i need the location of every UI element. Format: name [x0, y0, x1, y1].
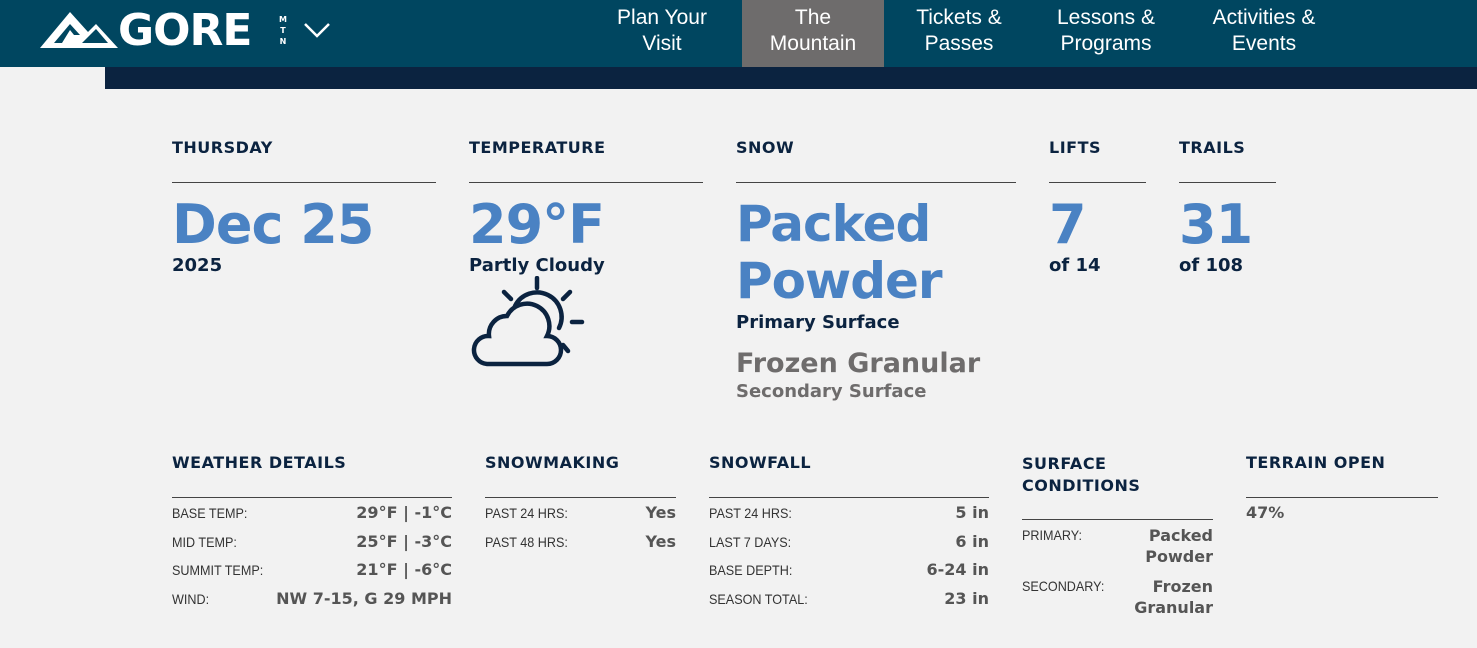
divider — [172, 182, 436, 183]
chevron-down-icon[interactable] — [303, 22, 331, 42]
snowfall-row: SEASON TOTAL: 23 in — [709, 589, 989, 608]
nav-lessons-programs[interactable]: Lessons & Programs — [1045, 0, 1167, 67]
divider — [736, 182, 1016, 183]
snowfall-heading: SNOWFALL — [709, 453, 812, 472]
terrain-open-row: 47% — [1246, 503, 1438, 523]
temperature-value: 29°F — [469, 193, 605, 256]
lifts-open-value: 7 — [1049, 193, 1087, 256]
primary-surface-row-label: PRIMARY: — [1022, 527, 1082, 543]
day-heading: THURSDAY — [172, 138, 273, 157]
terrain-open-value: 47% — [1246, 503, 1285, 522]
trails-heading: TRAILS — [1179, 138, 1246, 157]
secondary-surface-label: Secondary Surface — [736, 381, 927, 402]
secondary-surface-row-label: SECONDARY: — [1022, 578, 1105, 594]
nav-the-mountain[interactable]: The Mountain — [742, 0, 884, 67]
nav-plan-your-visit[interactable]: Plan Your Visit — [603, 0, 721, 67]
snowfall-row: LAST 7 DAYS: 6 in — [709, 532, 989, 551]
weather-condition: Partly Cloudy — [469, 255, 605, 276]
trails-total: of 108 — [1179, 255, 1244, 276]
nav-activities-events[interactable]: Activities & Events — [1196, 0, 1332, 67]
weather-details-heading: WEATHER DETAILS — [172, 453, 347, 472]
temperature-heading: TEMPERATURE — [469, 138, 606, 157]
surface-conditions-heading: SURFACE CONDITIONS — [1022, 454, 1141, 495]
secondary-surface-row-value: Frozen Granular — [1134, 577, 1213, 617]
divider — [485, 497, 676, 498]
date-value: Dec 25 — [172, 193, 374, 256]
snowmaking-heading: SNOWMAKING — [485, 453, 620, 472]
divider — [1049, 182, 1146, 183]
sub-header-bar — [105, 67, 1477, 89]
lifts-heading: LIFTS — [1049, 138, 1102, 157]
snow-heading: SNOW — [736, 138, 795, 157]
logo-wordmark: GORE — [118, 5, 252, 56]
divider — [172, 497, 452, 498]
logo-mtn: M T N — [279, 15, 287, 46]
divider — [709, 497, 989, 498]
primary-surface-label: Primary Surface — [736, 312, 900, 333]
mountain-logo-icon — [40, 12, 118, 48]
divider — [469, 182, 703, 183]
weather-row: SUMMIT TEMP: 21°F | -6°C — [172, 560, 452, 579]
terrain-open-heading: TERRAIN OPEN — [1246, 453, 1386, 472]
snowfall-row: BASE DEPTH: 6-24 in — [709, 560, 989, 579]
weather-row: BASE TEMP: 29°F | -1°C — [172, 503, 452, 522]
divider — [1022, 519, 1213, 520]
secondary-surface-value: Frozen Granular — [736, 348, 981, 379]
snowmaking-row: PAST 24 HRS: Yes — [485, 503, 676, 522]
trails-open-value: 31 — [1179, 193, 1253, 256]
divider — [1246, 497, 1438, 498]
divider — [1179, 182, 1276, 183]
partly-cloudy-icon — [467, 275, 587, 372]
primary-surface-row-value: Packed Powder — [1145, 526, 1213, 566]
lifts-total: of 14 — [1049, 255, 1101, 276]
snowmaking-row: PAST 48 HRS: Yes — [485, 532, 676, 551]
year-value: 2025 — [172, 255, 223, 276]
weather-row: MID TEMP: 25°F | -3°C — [172, 532, 452, 551]
snowfall-row: PAST 24 HRS: 5 in — [709, 503, 989, 522]
nav-tickets-passes[interactable]: Tickets & Passes — [904, 0, 1014, 67]
primary-surface-value: Packed Powder — [736, 195, 943, 310]
weather-row: WIND: NW 7-15, G 29 MPH — [172, 589, 452, 608]
